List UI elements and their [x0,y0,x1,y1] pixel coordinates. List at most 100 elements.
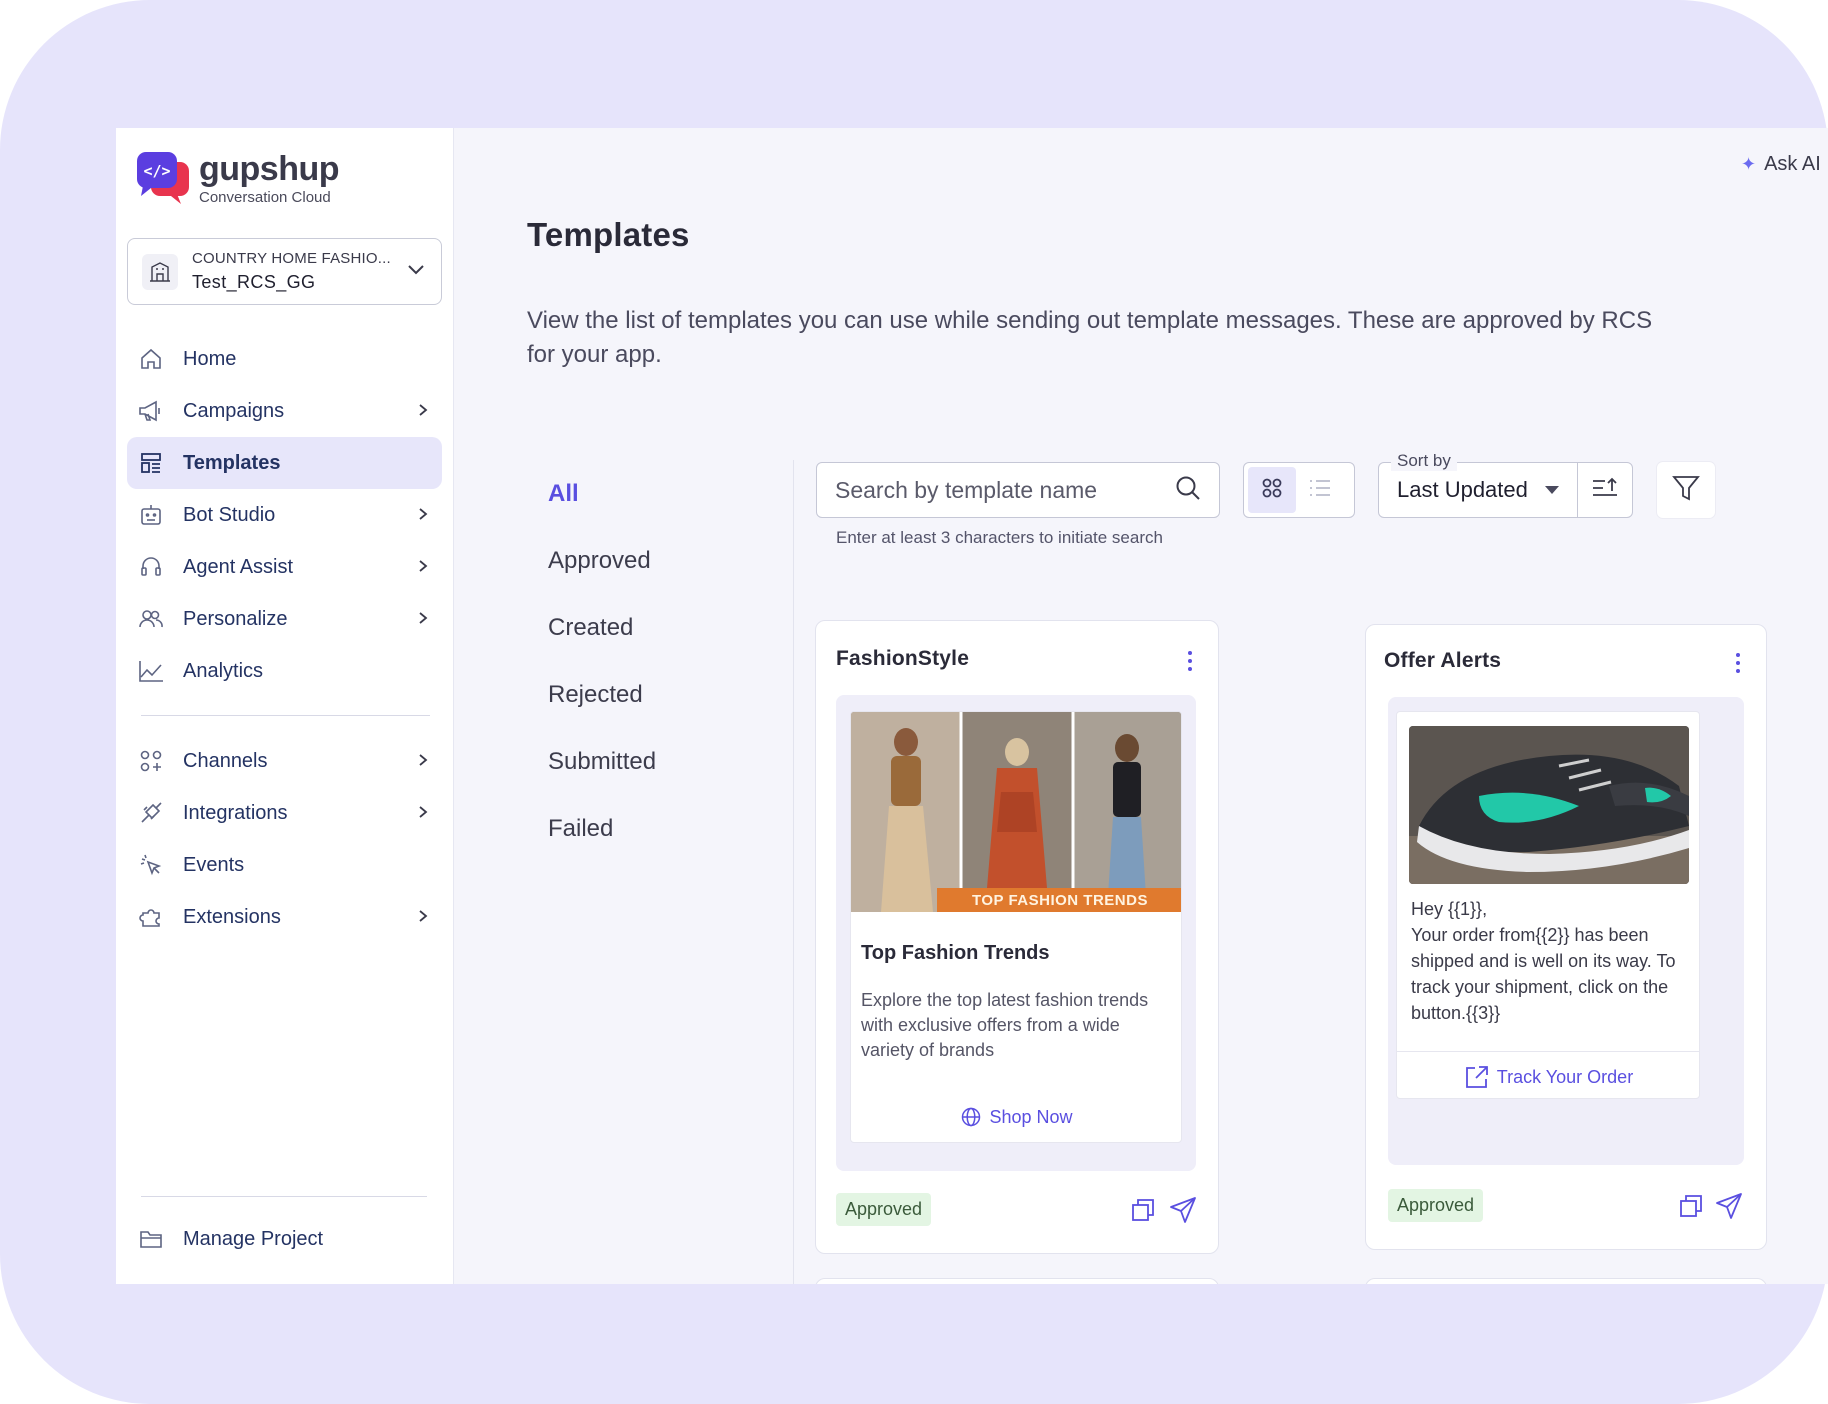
sidebar-item-extensions[interactable]: Extensions [127,891,442,943]
template-preview: TOP FASHION TRENDS Top Fashion Trends Ex… [836,695,1196,1171]
rich-card: Hey {{1}}, Your order from{{2}} has been… [1396,711,1700,1099]
copy-icon [1679,1194,1703,1223]
sidebar-item-agent-assist[interactable]: Agent Assist [127,541,442,593]
sparkle-icon: ✦ [1741,154,1757,174]
search-hint: Enter at least 3 characters to initiate … [836,528,1163,547]
search-input[interactable] [817,476,1175,504]
chevron-right-icon [418,802,428,825]
caret-down-icon [1545,486,1559,494]
template-card-partial [1365,1278,1767,1284]
button-label: Track Your Order [1496,1066,1634,1087]
sidebar-item-label: Manage Project [183,1227,324,1250]
rich-card: TOP FASHION TRENDS Top Fashion Trends Ex… [850,711,1182,1143]
shop-now-button[interactable]: Shop Now [851,1102,1181,1132]
cursor-click-icon [138,852,164,878]
filter-all[interactable]: All [526,460,781,527]
sidebar-item-manage-project[interactable]: Manage Project [127,1213,442,1265]
analytics-icon [138,658,164,684]
send-button[interactable] [1714,1192,1744,1225]
svg-text:</>: </> [143,162,170,180]
sidebar-item-label: Templates [183,451,281,474]
template-preview: Hey {{1}}, Your order from{{2}} has been… [1388,697,1744,1165]
search-icon[interactable] [1175,475,1201,506]
sidebar-item-bot-studio[interactable]: Bot Studio [127,489,442,541]
project-selector[interactable]: COUNTRY HOME FASHIO... Test_RCS_GG [127,238,442,305]
sidebar-item-label: Events [183,853,245,876]
sidebar-item-home[interactable]: Home [127,333,442,385]
chevron-right-icon [418,750,428,773]
project-name: Test_RCS_GG [192,272,316,292]
sidebar-item-personalize[interactable]: Personalize [127,593,442,645]
headset-icon [138,554,164,580]
message-divider [1397,1051,1699,1052]
template-card[interactable]: FashionStyle TOP FASHION TRENDS Top Fash… [815,620,1219,1254]
ask-ai-button[interactable]: ✦ Ask AI [1741,153,1821,176]
filter-rejected[interactable]: Rejected [526,661,781,728]
template-card[interactable]: Offer Alerts Hey {{1}}, Your order from{… [1365,624,1767,1250]
template-card-partial [815,1278,1219,1284]
project-org: COUNTRY HOME FASHIO... [192,250,391,267]
sidebar-item-label: Agent Assist [183,555,294,578]
filter-submitted[interactable]: Submitted [526,728,781,795]
building-icon [142,253,178,290]
filter-created[interactable]: Created [526,594,781,661]
more-options-icon[interactable] [1180,647,1200,675]
duplicate-button[interactable] [1678,1194,1704,1223]
list-view-button[interactable] [1296,467,1344,513]
image-caption: TOP FASHION TRENDS [972,891,1148,909]
brand-name: gupshup [199,150,340,188]
page-description: View the list of templates you can use w… [527,307,1653,368]
chevron-right-icon [418,556,428,579]
send-button[interactable] [1168,1196,1198,1229]
track-order-button[interactable]: Track Your Order [1397,1062,1699,1092]
sort-direction-button[interactable] [1577,462,1633,518]
sidebar-item-label: Personalize [183,607,288,630]
external-link-icon [1465,1066,1488,1088]
filter-failed[interactable]: Failed [526,795,781,862]
sort-select[interactable]: Sort by Last Updated [1378,451,1578,518]
sidebar-item-label: Bot Studio [183,503,276,526]
button-label: Shop Now [989,1106,1073,1127]
chevron-right-icon [418,504,428,527]
send-icon [1169,1196,1197,1229]
gupshup-logo-icon: </> [137,152,191,204]
sidebar-item-channels[interactable]: Channels [127,735,442,787]
sidebar-item-events[interactable]: Events [127,839,442,891]
status-filter-list: All Approved Created Rejected Submitted … [526,460,781,862]
sidebar: </> gupshup Conversation Cloud COUNTRY H… [116,128,454,1284]
nav-divider [141,715,430,716]
app-window: </> gupshup Conversation Cloud COUNTRY H… [116,128,1828,1284]
sidebar-item-campaigns[interactable]: Campaigns [127,385,442,437]
templates-icon [138,450,164,476]
search-box [816,462,1220,518]
rich-card-title: Top Fashion Trends [861,942,1050,964]
template-name: FashionStyle [836,647,970,670]
sidebar-item-analytics[interactable]: Analytics [127,645,442,697]
folder-icon [138,1226,164,1252]
status-badge: Approved [1388,1189,1484,1222]
chevron-down-icon [407,263,425,281]
duplicate-button[interactable] [1130,1198,1156,1225]
page-title: Templates [527,216,690,253]
grid-view-button[interactable] [1248,467,1296,513]
sidebar-item-integrations[interactable]: Integrations [127,787,442,839]
sidebar-footer-divider [141,1196,427,1197]
brand-logo[interactable]: </> gupshup Conversation Cloud [137,150,340,206]
sidebar-item-templates[interactable]: Templates [127,437,442,489]
puzzle-icon [138,904,164,930]
send-icon [1715,1192,1743,1225]
plug-icon [138,800,164,826]
globe-icon [962,1107,981,1127]
sort-label: Sort by [1391,451,1457,471]
view-toggle [1243,462,1355,518]
sidebar-item-label: Home [183,347,237,370]
filter-divider [793,460,794,1284]
filter-button[interactable] [1657,462,1715,518]
home-icon [138,346,164,372]
rich-card-description: Explore the top latest fashion trends wi… [861,990,1149,1060]
more-options-icon[interactable] [1728,649,1748,677]
template-name: Offer Alerts [1384,649,1502,672]
filter-approved[interactable]: Approved [526,527,781,594]
message-body: Hey {{1}}, Your order from{{2}} has been… [1411,899,1676,1023]
users-icon [138,606,164,632]
